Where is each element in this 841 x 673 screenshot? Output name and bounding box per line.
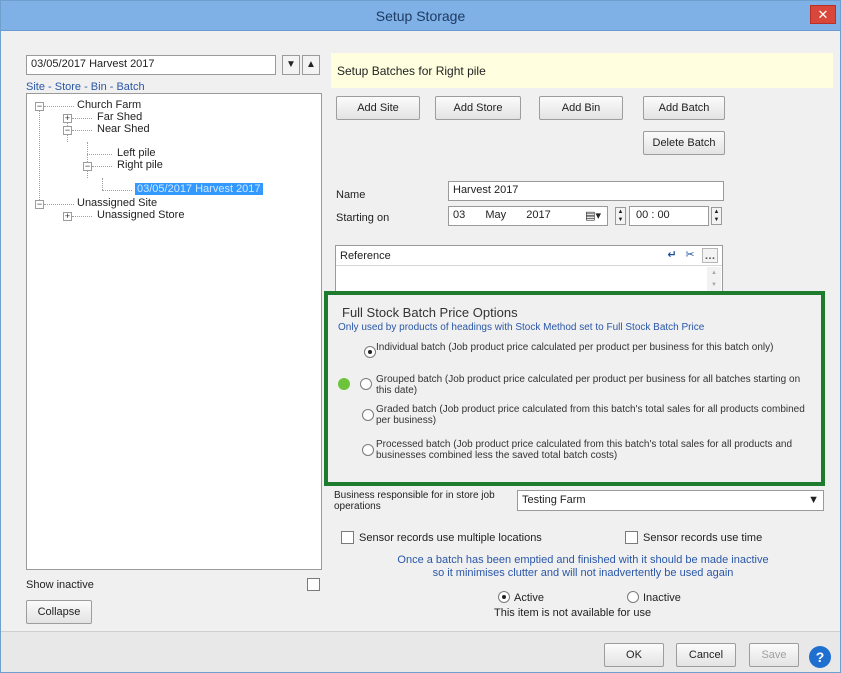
processed-batch-label[interactable]: Processed batch (Job product price calcu… — [376, 439, 806, 461]
collapse-right-pile-icon[interactable]: − — [83, 162, 92, 171]
green-indicator-dot — [338, 378, 350, 390]
collapse-unassigned-site-icon[interactable]: − — [35, 200, 44, 209]
batch-select[interactable]: 03/05/2017 Harvest 2017 — [26, 55, 276, 75]
tree-node-near-shed[interactable]: Near Shed — [97, 123, 150, 135]
price-options-subtitle: Only used by products of headings with S… — [338, 322, 705, 333]
time-spinner-icon[interactable]: ▲ ▼ — [711, 207, 722, 225]
reference-header: Reference ↵ ✂ … — [336, 246, 722, 266]
tree-node-unassigned-site[interactable]: Unassigned Site — [77, 197, 157, 209]
setup-batches-title: Setup Batches for Right pile — [337, 64, 486, 78]
availability-text: This item is not available for use — [494, 607, 652, 619]
chevron-down-icon[interactable]: ▼ — [808, 494, 819, 506]
cancel-button[interactable]: Cancel — [676, 643, 736, 667]
tree-node-church-farm[interactable]: Church Farm — [77, 99, 141, 111]
processed-batch-radio[interactable] — [362, 444, 374, 456]
tree-node-batch-selected[interactable]: 03/05/2017 Harvest 2017 — [135, 183, 263, 195]
setup-batches-header: Setup Batches for Right pile — [331, 53, 833, 88]
inactive-radio[interactable] — [627, 591, 639, 603]
save-button[interactable]: Save — [749, 643, 799, 667]
next-batch-button[interactable]: ▼ — [282, 55, 300, 75]
grouped-batch-label[interactable]: Grouped batch (Job product price calcula… — [376, 374, 806, 396]
name-label: Name — [336, 189, 366, 201]
graded-batch-radio[interactable] — [362, 409, 374, 421]
business-responsible-label: Business responsible for in store job op… — [334, 490, 495, 512]
close-button[interactable]: ✕ — [810, 5, 836, 24]
ellipsis-icon[interactable]: … — [702, 248, 718, 263]
expand-far-shed-icon[interactable]: + — [63, 114, 72, 123]
date-year[interactable]: 2017 — [526, 209, 550, 221]
expand-unassigned-store-icon[interactable]: + — [63, 212, 72, 221]
date-month[interactable]: May — [485, 209, 506, 221]
sensor-multiple-locations-checkbox[interactable] — [341, 531, 354, 544]
active-label: Active — [514, 592, 544, 604]
calendar-dropdown-icon[interactable]: ▤▾ — [585, 209, 601, 222]
time-hour[interactable]: 00 — [636, 209, 648, 221]
inactive-label: Inactive — [643, 592, 681, 604]
starting-time-input[interactable]: 00 : 00 — [629, 206, 709, 226]
delete-batch-button[interactable]: Delete Batch — [643, 131, 725, 155]
sensor-use-time-label: Sensor records use time — [643, 532, 763, 544]
individual-batch-radio[interactable] — [364, 346, 376, 358]
show-inactive-checkbox[interactable] — [307, 578, 320, 591]
sensor-use-time-checkbox[interactable] — [625, 531, 638, 544]
graded-batch-label[interactable]: Graded batch (Job product price calculat… — [376, 404, 806, 426]
tree-node-unassigned-store[interactable]: Unassigned Store — [97, 209, 184, 221]
hierarchy-caption: Site - Store - Bin - Batch — [26, 81, 145, 93]
help-icon[interactable]: ? — [809, 646, 831, 668]
date-day[interactable]: 03 — [453, 209, 465, 221]
show-inactive-label: Show inactive — [26, 579, 94, 591]
previous-batch-button[interactable]: ▲ — [302, 55, 320, 75]
individual-batch-label[interactable]: Individual batch (Job product price calc… — [376, 342, 806, 353]
insert-enter-icon[interactable]: ↵ — [664, 248, 680, 263]
full-stock-batch-price-options: Full Stock Batch Price Options Only used… — [324, 291, 825, 486]
tree-node-far-shed[interactable]: Far Shed — [97, 111, 142, 123]
window-title: Setup Storage — [375, 8, 466, 24]
active-radio[interactable] — [498, 591, 510, 603]
collapse-church-farm-icon[interactable]: − — [35, 102, 44, 111]
reference-box: Reference ↵ ✂ … ▲ ▼ — [335, 245, 723, 297]
reference-label: Reference — [340, 250, 391, 262]
date-spinner-icon[interactable]: ▲ ▼ — [615, 207, 626, 225]
add-batch-button[interactable]: Add Batch — [643, 96, 725, 120]
add-site-button[interactable]: Add Site — [336, 96, 420, 120]
starting-on-label: Starting on — [336, 212, 390, 224]
inactive-note: Once a batch has been emptied and finish… — [397, 554, 769, 579]
price-options-title: Full Stock Batch Price Options — [342, 305, 518, 320]
time-minute[interactable]: 00 — [657, 209, 669, 221]
cut-icon[interactable]: ✂ — [682, 248, 698, 263]
tree-node-right-pile[interactable]: Right pile — [117, 159, 163, 171]
ok-button[interactable]: OK — [604, 643, 664, 667]
collapse-button[interactable]: Collapse — [26, 600, 92, 624]
starting-date-picker[interactable]: 03 May 2017 ▤▾ — [448, 206, 608, 226]
name-input[interactable]: Harvest 2017 — [448, 181, 724, 201]
add-bin-button[interactable]: Add Bin — [539, 96, 623, 120]
add-store-button[interactable]: Add Store — [435, 96, 521, 120]
storage-tree[interactable]: − Church Farm + Far Shed − Near Shed Lef… — [26, 93, 322, 570]
sensor-multiple-locations-label: Sensor records use multiple locations — [359, 532, 542, 544]
business-select-value: Testing Farm — [522, 494, 586, 506]
grouped-batch-radio[interactable] — [360, 378, 372, 390]
business-select[interactable]: Testing Farm ▼ — [517, 490, 824, 511]
collapse-near-shed-icon[interactable]: − — [63, 126, 72, 135]
title-bar[interactable]: Setup Storage ✕ — [1, 1, 840, 31]
setup-storage-window: Setup Storage ✕ 03/05/2017 Harvest 2017 … — [0, 0, 841, 673]
tree-node-left-pile[interactable]: Left pile — [117, 147, 156, 159]
